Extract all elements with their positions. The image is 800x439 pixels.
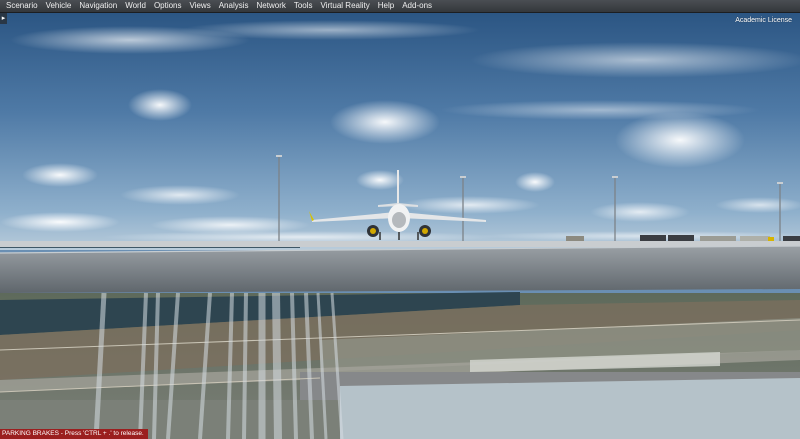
menu-virtual-reality[interactable]: Virtual Reality <box>317 0 374 12</box>
tower-roof <box>0 246 800 293</box>
menu-scenario[interactable]: Scenario <box>2 0 42 12</box>
panel-expand-icon[interactable]: ▸ <box>0 13 7 24</box>
menu-views[interactable]: Views <box>186 0 215 12</box>
menu-navigation[interactable]: Navigation <box>75 0 121 12</box>
menu-world[interactable]: World <box>121 0 150 12</box>
menu-add-ons[interactable]: Add-ons <box>398 0 436 12</box>
parking-brake-status: PARKING BRAKES - Press 'CTRL + .' to rel… <box>0 429 148 439</box>
menu-help[interactable]: Help <box>374 0 398 12</box>
menu-analysis[interactable]: Analysis <box>215 0 253 12</box>
menu-bar: Scenario Vehicle Navigation World Option… <box>0 0 800 13</box>
simulator-3d-view[interactable] <box>0 0 800 439</box>
menu-options[interactable]: Options <box>150 0 186 12</box>
license-label: Academic License <box>735 17 792 24</box>
menu-network[interactable]: Network <box>253 0 290 12</box>
menu-vehicle[interactable]: Vehicle <box>42 0 76 12</box>
apron <box>0 241 800 247</box>
menu-tools[interactable]: Tools <box>290 0 317 12</box>
